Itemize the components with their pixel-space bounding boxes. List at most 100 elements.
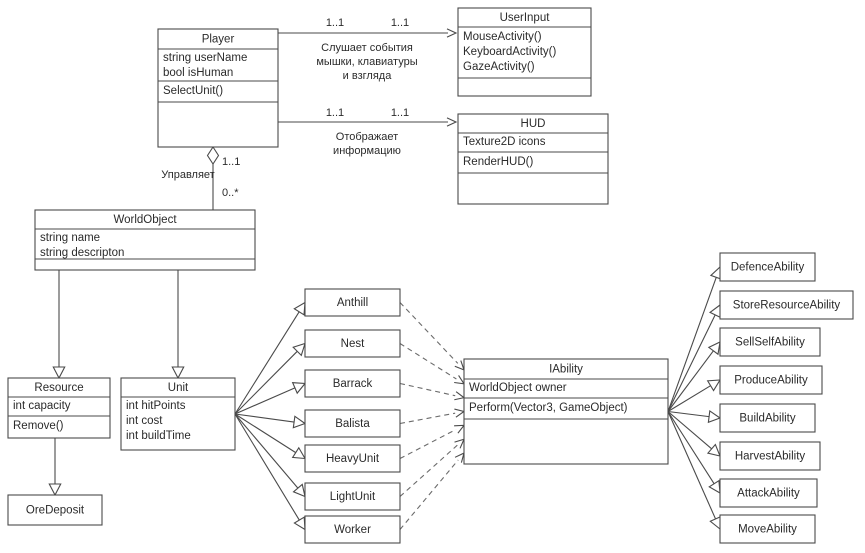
class-box-attackability[interactable]: AttackAbility: [719, 478, 818, 508]
inheritance-arrowhead: [291, 446, 307, 460]
class-method: KeyboardActivity(): [463, 46, 556, 58]
class-box-userinput[interactable]: UserInput MouseActivity() KeyboardActivity…: [457, 7, 592, 97]
association-player-userinput: [278, 28, 458, 38]
realization-barrack-to-iability: [399, 382, 466, 401]
class-attribute: WorldObject owner: [469, 382, 567, 394]
inheritance-arrowhead: [48, 483, 62, 497]
class-box-nest[interactable]: Nest: [304, 329, 401, 358]
class-box-anthill[interactable]: Anthill: [304, 288, 401, 317]
class-method: SelectUnit(): [163, 85, 223, 97]
realization-lightunit-to-iability: [399, 438, 465, 497]
inheritance-arrowhead: [707, 409, 722, 424]
aggregation-labels: Управляет 1..1 0..*: [161, 156, 240, 199]
inheritance-arrowhead: [293, 516, 306, 531]
inheritance-worldobject-to-resource: [52, 270, 66, 380]
class-name: MoveAbility: [738, 524, 797, 536]
inheritance-line: [667, 411, 713, 450]
inheritance-iability-to-buildability: [667, 409, 722, 424]
inheritance-arrowhead: [171, 366, 185, 380]
realization-heavyunit-to-iability: [399, 424, 466, 459]
class-box-barrack[interactable]: Barrack: [304, 369, 401, 398]
inheritance-line: [234, 350, 298, 415]
class-name: Unit: [168, 382, 189, 394]
class-box-produceability[interactable]: ProduceAbility: [719, 365, 823, 395]
inheritance-line: [667, 410, 710, 418]
inheritance-line: [667, 411, 717, 520]
source-multiplicity: 1..1: [326, 107, 344, 119]
class-box-worldobject[interactable]: WorldObject string name string descripton: [34, 209, 256, 271]
class-name: Resource: [34, 382, 83, 394]
inheritance-line: [234, 413, 299, 489]
inheritance-arrowhead: [292, 483, 306, 498]
class-attribute: int cost: [126, 415, 163, 427]
class-name: Anthill: [337, 297, 368, 309]
class-name: IAbility: [549, 364, 583, 376]
inheritance-line: [234, 311, 300, 415]
inheritance-iability-to-moveability: [667, 411, 722, 531]
source-multiplicity: 1..1: [222, 156, 240, 168]
class-name: Nest: [341, 338, 365, 350]
class-method: RenderHUD(): [463, 156, 533, 168]
class-name: Barrack: [333, 378, 373, 390]
class-name: DefenceAbility: [731, 262, 805, 274]
class-name: OreDeposit: [26, 505, 85, 517]
realization-arrowhead: [454, 452, 465, 463]
inheritance-arrowhead: [707, 341, 721, 356]
class-attribute: string descripton: [40, 247, 124, 259]
association-label: Отображает: [336, 131, 398, 143]
inheritance-arrowhead: [706, 379, 722, 392]
inheritance-line: [234, 413, 300, 521]
class-method: Perform(Vector3, GameObject): [469, 402, 628, 414]
aggregation-diamond: [206, 145, 220, 166]
class-name: Worker: [334, 524, 371, 536]
inheritance-line: [667, 277, 717, 412]
association-arrowhead: [446, 28, 458, 38]
class-box-harvestability[interactable]: HarvestAbility: [719, 441, 821, 471]
class-name: Balista: [335, 418, 370, 430]
realization-nest-to-iability: [399, 343, 466, 385]
class-name: AttackAbility: [737, 488, 800, 500]
class-box-heavyunit[interactable]: HeavyUnit: [304, 444, 401, 473]
association-label: и взгляда: [343, 70, 393, 82]
class-box-moveability[interactable]: MoveAbility: [719, 514, 816, 544]
class-box-balista[interactable]: Balista: [304, 409, 401, 438]
association-label: мышки, клавиатуры: [316, 56, 417, 68]
diagram-canvas: Player string userName bool isHuman SelectU…: [7, 7, 854, 544]
inheritance-arrowhead: [52, 366, 66, 380]
class-attribute: Texture2D icons: [463, 136, 546, 148]
class-box-worker[interactable]: Worker: [304, 515, 401, 544]
inheritance-unit-to-anthill: [234, 301, 306, 415]
realization-anthill-to-iability: [399, 302, 465, 371]
inheritance-arrowhead: [293, 301, 306, 316]
class-name: ProduceAbility: [734, 375, 808, 387]
realization-line: [399, 412, 456, 425]
inheritance-unit-to-barrack: [234, 382, 307, 415]
class-box-defenceability[interactable]: DefenceAbility: [719, 252, 816, 282]
class-box-lightunit[interactable]: LightUnit: [304, 482, 401, 511]
inheritance-line: [667, 411, 715, 485]
class-box-unit[interactable]: Unit int hitPoints int cost int buildTime: [120, 377, 236, 451]
class-box-player[interactable]: Player string userName bool isHuman SelectU…: [157, 28, 279, 148]
realization-balista-to-iability: [399, 408, 466, 425]
class-box-resource[interactable]: Resource int capacity Remove(): [7, 377, 111, 439]
inheritance-unit-to-nest: [234, 342, 306, 415]
class-name: HUD: [521, 118, 546, 130]
realization-line: [399, 343, 457, 380]
class-method: GazeActivity(): [463, 61, 535, 73]
class-name: Player: [202, 34, 235, 46]
class-box-hud[interactable]: HUD Texture2D icons RenderHUD(): [457, 113, 609, 205]
association-label: Слушает события: [321, 42, 413, 54]
association-labels-player-hud: Отображает информацию 1..1 1..1: [326, 107, 409, 157]
realization-arrowhead: [454, 391, 466, 401]
inheritance-resource-to-oredeposit: [48, 438, 62, 497]
association-player-hud: [278, 117, 458, 127]
class-box-sellselfability[interactable]: SellSelfAbility: [719, 327, 821, 357]
class-box-storeresourceability[interactable]: StoreResourceAbility: [719, 290, 854, 320]
class-name: HeavyUnit: [326, 453, 380, 465]
class-attribute: bool isHuman: [163, 67, 233, 79]
class-box-iability[interactable]: IAbility WorldObject owner Perform(Vector3…: [463, 358, 669, 465]
class-box-buildability[interactable]: BuildAbility: [719, 403, 816, 433]
uml-class-diagram: Player string userName bool isHuman SelectU…: [0, 0, 865, 553]
class-name: HarvestAbility: [735, 451, 806, 463]
class-box-oredeposit[interactable]: OreDeposit: [7, 494, 103, 526]
